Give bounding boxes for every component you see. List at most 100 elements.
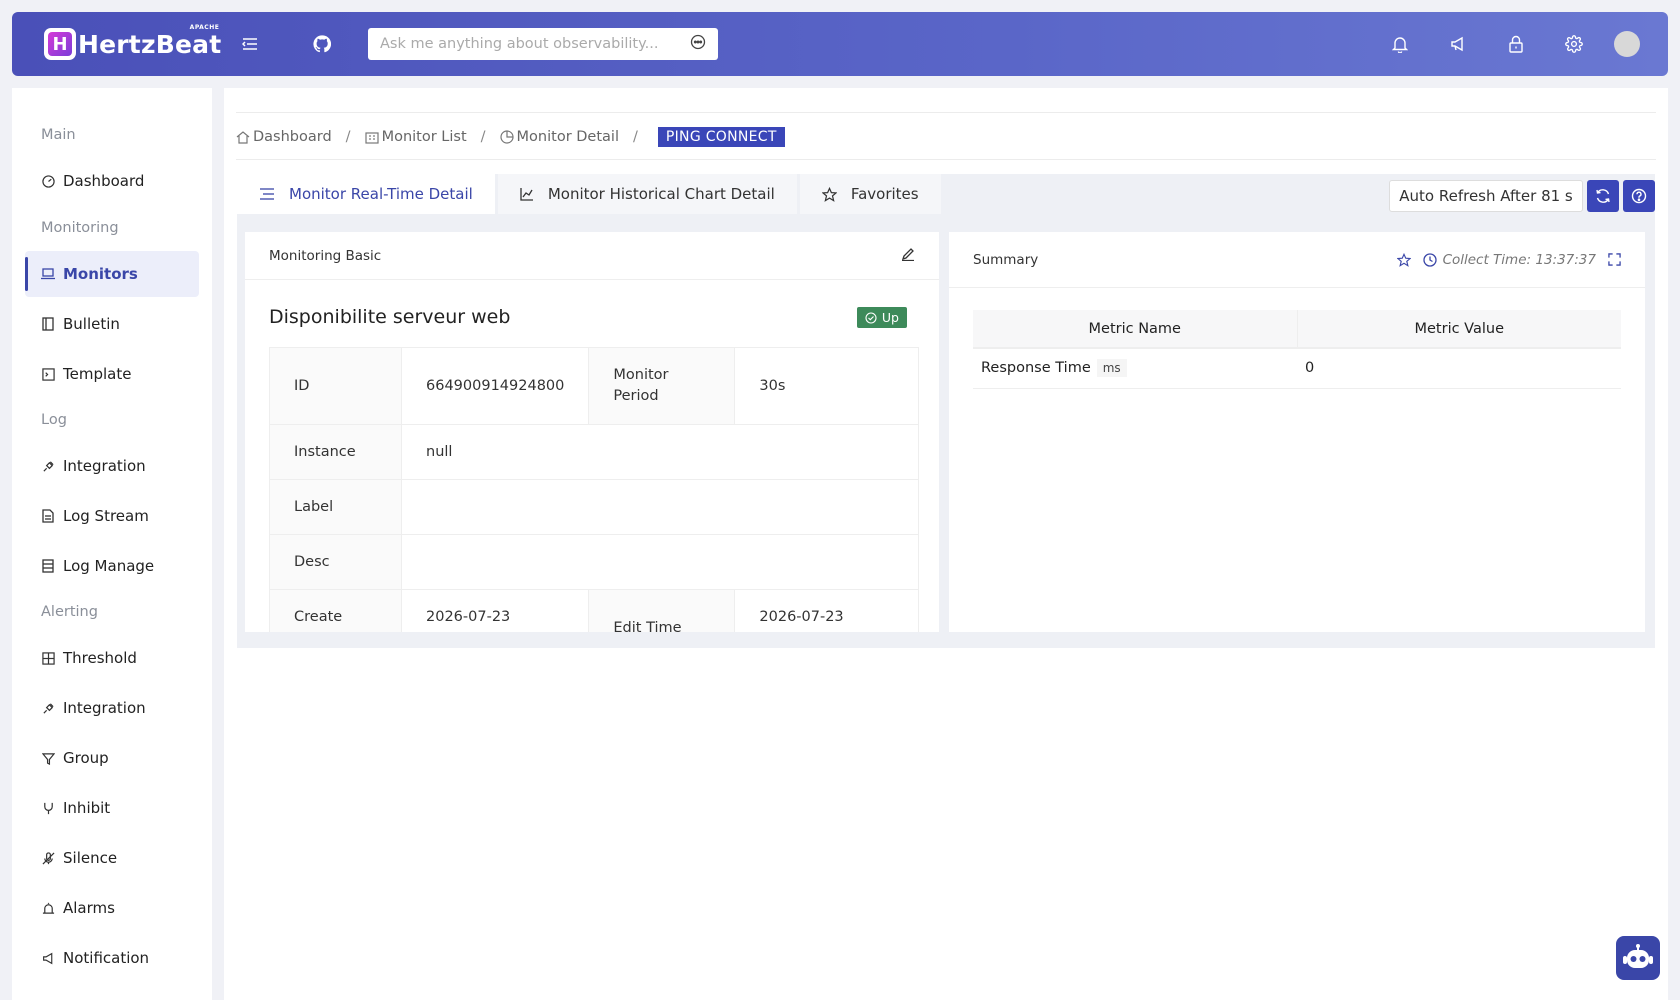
tab-realtime[interactable]: Monitor Real-Time Detail — [237, 174, 495, 214]
gear-icon[interactable] — [1564, 34, 1584, 54]
fork-icon — [41, 801, 55, 815]
sidebar-item-bulletin[interactable]: Bulletin — [25, 301, 199, 347]
laptop-icon — [41, 267, 55, 281]
col-metric-value: Metric Value — [1296, 310, 1621, 349]
top-header: H HertzBeat APACHE — [12, 12, 1668, 76]
sidebar-item-label: Template — [63, 365, 132, 383]
brand-name: HertzBeat APACHE — [78, 24, 222, 59]
star-icon — [821, 186, 837, 202]
label-id: ID — [269, 347, 402, 425]
ai-assistant-button[interactable] — [1616, 936, 1660, 980]
table-row: ID 664900914924800 Monitor Period 30s — [269, 347, 919, 425]
book-icon — [41, 317, 55, 331]
plug-icon — [41, 701, 55, 715]
table-row: Instance null — [269, 424, 919, 480]
search-box[interactable] — [368, 28, 718, 60]
list-icon — [260, 188, 274, 200]
lock-icon[interactable] — [1506, 34, 1526, 54]
sidebar-group-alerting: Alerting — [41, 604, 98, 620]
sidebar-group-main: Main — [41, 127, 76, 143]
sidebar-item-silence[interactable]: Silence — [25, 835, 199, 881]
collect-info: Collect Time: 13:37:37 — [1396, 251, 1621, 268]
sidebar-item-log-integration[interactable]: Integration — [25, 443, 199, 489]
detail-tabs: Monitor Real-Time Detail Monitor Histori… — [237, 174, 944, 214]
value-create: 2026-07-23 — [400, 589, 590, 632]
panel-title: Summary — [973, 251, 1039, 268]
github-icon[interactable] — [312, 34, 332, 54]
sidebar-item-label: Integration — [63, 457, 146, 475]
table-row: Desc — [269, 534, 919, 590]
table-row: Label — [269, 479, 919, 535]
line-chart-icon — [520, 188, 533, 201]
sidebar-item-log-manage[interactable]: Log Manage — [25, 543, 199, 589]
hertzbeat-logo[interactable]: H HertzBeat APACHE — [44, 24, 222, 60]
sidebar-item-monitors[interactable]: Monitors — [25, 251, 199, 297]
database-icon — [41, 559, 55, 573]
edit-icon[interactable] — [901, 247, 915, 265]
sidebar-item-log-stream[interactable]: Log Stream — [25, 493, 199, 539]
sidebar-item-label: Group — [63, 749, 109, 767]
tab-favorites-label: Favorites — [850, 185, 919, 203]
sidebar-item-alert-integration[interactable]: Integration — [25, 685, 199, 731]
alarm-icon — [41, 901, 55, 915]
help-button[interactable] — [1623, 180, 1655, 212]
monitor-name: Disponibilite serveur web — [269, 306, 511, 328]
sidebar-item-group[interactable]: Group — [25, 735, 199, 781]
sidebar-item-label: Monitors — [63, 265, 138, 283]
refresh-button[interactable] — [1587, 180, 1619, 212]
breadcrumb-monitor-detail[interactable]: Monitor Detail — [499, 129, 619, 145]
sidebar-item-label: Log Stream — [63, 507, 149, 525]
question-icon — [1631, 188, 1647, 204]
home-icon — [236, 131, 250, 144]
tab-history[interactable]: Monitor Historical Chart Detail — [497, 174, 797, 214]
sidebar-item-notification[interactable]: Notification — [25, 935, 199, 981]
fullscreen-icon — [1608, 253, 1621, 266]
sidebar-item-label: Bulletin — [63, 315, 120, 333]
dashboard-icon — [41, 174, 55, 188]
file-icon — [41, 509, 55, 523]
auto-refresh-button[interactable]: Auto Refresh After 81 s — [1389, 180, 1583, 212]
monitor-type-tag: PING CONNECT — [657, 127, 785, 147]
sidebar-item-dashboard[interactable]: Dashboard — [25, 158, 199, 204]
tab-favorites[interactable]: Favorites — [799, 174, 941, 214]
breadcrumb-monitor-list[interactable]: Monitor List — [364, 129, 467, 145]
value-label — [401, 479, 919, 535]
sidebar-item-label: Threshold — [63, 649, 137, 667]
filter-icon — [41, 751, 55, 765]
panel-title: Monitoring Basic — [269, 247, 382, 264]
breadcrumb-separator: / — [480, 129, 486, 145]
sidebar: Main Dashboard Monitoring Monitors Bulle… — [12, 88, 212, 1000]
metrics-table: Metric Name Metric Value Response Time ms… — [973, 310, 1621, 389]
collect-time: Collect Time: 13:37:37 — [1442, 251, 1596, 268]
search-input[interactable] — [380, 36, 690, 52]
sidebar-item-inhibit[interactable]: Inhibit — [25, 785, 199, 831]
col-metric-name: Metric Name — [973, 310, 1297, 349]
sidebar-item-label: Integration — [63, 699, 146, 717]
bell-icon[interactable] — [1390, 34, 1410, 54]
tab-realtime-label: Monitor Real-Time Detail — [289, 185, 473, 203]
divider — [236, 112, 1656, 113]
breadcrumb-monitor-detail-label: Monitor Detail — [516, 129, 619, 145]
sidebar-item-alarms[interactable]: Alarms — [25, 885, 199, 931]
brand-text: HertzBeat — [78, 29, 222, 59]
sidebar-item-label: Alarms — [63, 899, 115, 917]
logo-mark: H — [44, 28, 76, 60]
tab-history-label: Monitor Historical Chart Detail — [547, 185, 775, 203]
pie-chart-icon — [499, 130, 514, 144]
divider — [236, 159, 1656, 160]
label-label: Label — [269, 479, 402, 535]
menu-icon[interactable] — [240, 34, 260, 54]
metric-name-cell: Response Time ms — [973, 348, 1297, 389]
sidebar-item-template[interactable]: Template — [25, 351, 199, 397]
breadcrumb-separator: / — [632, 129, 638, 145]
megaphone-icon[interactable] — [1448, 34, 1468, 54]
chat-icon[interactable] — [690, 34, 706, 54]
label-edit-time: Edit Time — [588, 589, 736, 632]
breadcrumb-dashboard[interactable]: Dashboard — [236, 129, 332, 145]
status-badge: Up — [856, 307, 907, 328]
user-avatar[interactable] — [1614, 31, 1640, 57]
refresh-icon — [1596, 189, 1610, 203]
mic-off-icon — [41, 851, 55, 865]
sidebar-item-label: Silence — [63, 849, 118, 867]
sidebar-item-threshold[interactable]: Threshold — [25, 635, 199, 681]
